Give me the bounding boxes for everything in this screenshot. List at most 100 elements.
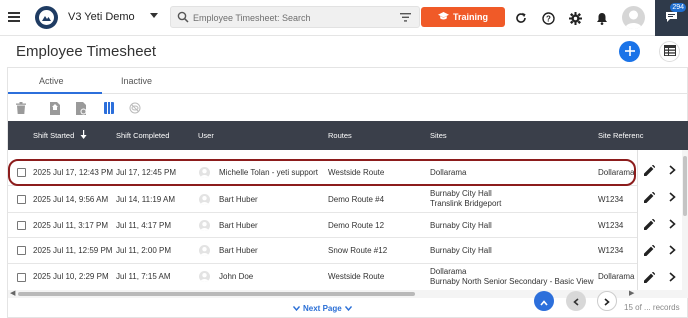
- column-view-icon[interactable]: [102, 101, 116, 115]
- user-avatar: [199, 245, 210, 256]
- import-icon[interactable]: [74, 101, 88, 115]
- row-checkbox[interactable]: [17, 168, 26, 177]
- user-cell: Bart Huber: [219, 246, 258, 255]
- site-cell: Dollarama: [430, 267, 467, 276]
- sort-arrow-down-icon[interactable]: [80, 130, 87, 141]
- user-avatar: [199, 167, 210, 178]
- app-title[interactable]: V3 Yeti Demo: [68, 11, 135, 23]
- site-reference-cell: W1234: [598, 246, 624, 255]
- bell-icon[interactable]: [594, 10, 610, 26]
- layout-toggle-button[interactable]: [659, 41, 680, 62]
- vertical-scrollbar[interactable]: [682, 150, 688, 290]
- shift-completed-cell: Jul 11, 4:17 PM: [116, 221, 171, 230]
- avatar[interactable]: [622, 6, 645, 29]
- next-page-button[interactable]: [597, 291, 617, 311]
- site-cell: Translink Bridgeport: [430, 199, 502, 208]
- training-label: Training: [452, 12, 488, 22]
- tab-active[interactable]: Active: [39, 76, 64, 86]
- column-header-shift-completed[interactable]: Shift Completed: [116, 131, 169, 140]
- site-reference-cell: W1234: [598, 195, 624, 204]
- row-checkbox[interactable]: [17, 195, 26, 204]
- column-header-site-reference[interactable]: Site Referenc: [598, 131, 643, 140]
- records-count: 15 of ... records: [624, 303, 680, 312]
- table-row[interactable]: 2025 Jul 10, 2:29 PM Jul 11, 7:15 AM Joh…: [8, 264, 638, 290]
- shift-started-cell: 2025 Jul 10, 2:29 PM: [33, 272, 109, 281]
- next-page-link[interactable]: Next Page: [292, 304, 352, 313]
- shift-completed-cell: Jul 11, 7:15 AM: [116, 272, 171, 281]
- user-cell: John Doe: [219, 272, 254, 281]
- shift-started-cell: 2025 Jul 14, 9:56 AM: [33, 195, 109, 204]
- user-cell: Michelle Tolan - yeti support: [219, 168, 319, 177]
- edit-icon[interactable]: [643, 271, 655, 283]
- plus-icon: [624, 44, 635, 59]
- hide-icon[interactable]: [128, 101, 142, 115]
- refresh-icon[interactable]: [513, 10, 529, 26]
- next-page-label: Next Page: [303, 304, 342, 313]
- chevron-up-icon: [540, 294, 548, 309]
- table-row[interactable]: 2025 Jul 14, 9:56 AM Jul 14, 11:19 AM Ba…: [8, 186, 638, 213]
- site-cell: Dollarama: [430, 168, 467, 177]
- svg-text:?: ?: [546, 14, 551, 23]
- row-actions-column: [637, 150, 682, 290]
- add-button[interactable]: [619, 41, 640, 62]
- shift-started-cell: 2025 Jul 11, 3:17 PM: [33, 221, 109, 230]
- table-row[interactable]: 2025 Jul 11, 12:59 PM Jul 11, 2:00 PM Ba…: [8, 238, 638, 264]
- shift-completed-cell: Jul 14, 11:19 AM: [116, 195, 175, 204]
- chat-button[interactable]: 294: [655, 0, 688, 36]
- route-cell: Westside Route: [328, 272, 385, 281]
- row-checkbox[interactable]: [17, 246, 26, 255]
- chevron-right-icon[interactable]: [666, 164, 678, 176]
- scroll-top-button[interactable]: [534, 291, 554, 311]
- chevron-right-icon[interactable]: [666, 191, 678, 203]
- top-navbar: V3 Yeti Demo Training ? 294: [0, 0, 688, 36]
- route-cell: Westside Route: [328, 168, 385, 177]
- search-input[interactable]: [193, 10, 393, 25]
- help-icon[interactable]: ?: [540, 10, 556, 26]
- tab-inactive[interactable]: Inactive: [121, 76, 152, 86]
- table-row[interactable]: 2025 Jul 11, 3:17 PM Jul 11, 4:17 PM Bar…: [8, 213, 638, 238]
- vertical-scrollbar-thumb[interactable]: [683, 156, 687, 216]
- user-cell: Bart Huber: [219, 195, 258, 204]
- row-checkbox[interactable]: [17, 273, 26, 282]
- gear-icon[interactable]: [567, 10, 583, 26]
- row-checkbox[interactable]: [17, 221, 26, 230]
- edit-icon[interactable]: [643, 244, 655, 256]
- chevron-right-icon[interactable]: [666, 244, 678, 256]
- edit-icon[interactable]: [643, 218, 655, 230]
- column-header-sites[interactable]: Sites: [430, 131, 447, 140]
- column-header-routes[interactable]: Routes: [328, 131, 352, 140]
- app-logo[interactable]: [35, 6, 58, 29]
- previous-page-button[interactable]: [566, 291, 586, 311]
- menu-icon[interactable]: [8, 12, 20, 22]
- training-button[interactable]: Training: [421, 7, 505, 27]
- table-toolbar: [8, 95, 688, 121]
- edit-icon[interactable]: [643, 191, 655, 203]
- chevron-right-icon[interactable]: [666, 271, 678, 283]
- scroll-right-icon[interactable]: ▶: [629, 289, 634, 297]
- edit-icon[interactable]: [643, 164, 655, 176]
- graduation-cap-icon: [437, 11, 449, 23]
- chevron-left-icon: [573, 294, 579, 309]
- chevron-right-icon[interactable]: [666, 218, 678, 230]
- shift-completed-cell: Jul 11, 2:00 PM: [116, 246, 171, 255]
- route-cell: Snow Route #12: [328, 246, 388, 255]
- site-cell: Burnaby City Hall: [430, 246, 492, 255]
- horizontal-scrollbar-thumb[interactable]: [18, 292, 415, 296]
- chevron-down-icon[interactable]: [150, 12, 158, 21]
- chevron-right-icon: [604, 294, 610, 309]
- shift-completed-cell: Jul 17, 12:45 PM: [116, 168, 177, 177]
- user-avatar: [199, 271, 210, 282]
- table-header: Shift Started Shift Completed User Route…: [8, 121, 688, 150]
- export-icon[interactable]: [48, 101, 62, 115]
- site-reference-cell: W1234: [598, 221, 624, 230]
- horizontal-scrollbar[interactable]: ◀ ▶: [8, 290, 688, 298]
- table-row[interactable]: 2025 Jul 17, 12:43 PM Jul 17, 12:45 PM M…: [8, 159, 638, 186]
- delete-icon[interactable]: [14, 101, 28, 115]
- site-cell: Burnaby City Hall: [430, 221, 492, 230]
- scroll-left-icon[interactable]: ◀: [10, 289, 15, 297]
- filter-icon[interactable]: [400, 13, 411, 24]
- column-header-user[interactable]: User: [198, 131, 214, 140]
- user-avatar: [199, 194, 210, 205]
- column-header-shift-started[interactable]: Shift Started: [33, 131, 74, 140]
- search-box: [170, 6, 420, 28]
